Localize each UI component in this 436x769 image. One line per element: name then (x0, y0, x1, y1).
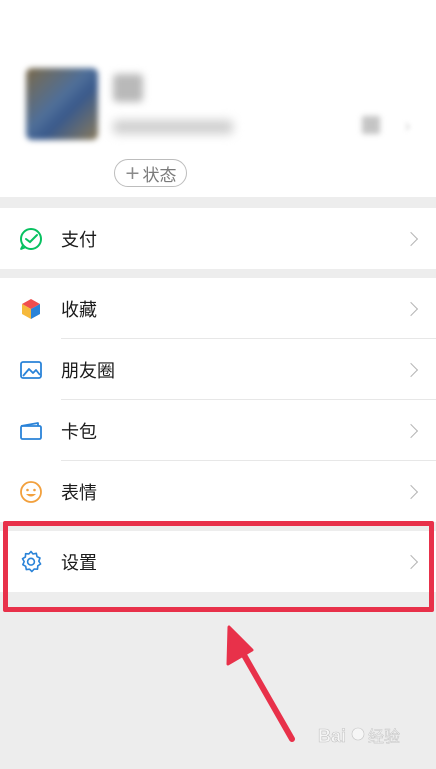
chevron-right-icon (403, 301, 419, 316)
smiley-icon (18, 479, 44, 505)
menu-item-label: 设置 (61, 552, 97, 574)
wechat-id-blurred (113, 120, 233, 134)
pay-section: 支付 (0, 208, 436, 269)
menu-item-label: 卡包 (61, 421, 97, 443)
qr-code-icon[interactable] (362, 116, 380, 134)
chevron-right-icon (403, 231, 419, 246)
watermark-logo: Bai 经验 (318, 718, 428, 752)
favorites-cube-icon (18, 296, 44, 322)
gear-icon (18, 549, 44, 575)
svg-text:Bai: Bai (318, 726, 346, 746)
chevron-right-icon (403, 554, 419, 569)
pay-icon (18, 226, 44, 252)
avatar[interactable] (26, 68, 98, 140)
chevron-right-icon (403, 423, 419, 438)
status-button-label: 状态 (142, 165, 177, 186)
chevron-right-icon (403, 362, 419, 377)
wechat-me-screen: › + 状态 支付 收藏 朋友圈 卡包 表情 设置 Bai 经验 (0, 0, 436, 769)
profile-header[interactable]: › + 状态 (0, 0, 436, 197)
nickname-blurred (113, 74, 143, 102)
menu-item-label: 表情 (61, 482, 97, 504)
menu-item-label: 支付 (61, 229, 97, 251)
menu-item-settings[interactable]: 设置 (0, 531, 436, 592)
moments-image-icon (18, 357, 44, 383)
menu-item-stickers[interactable]: 表情 (0, 461, 436, 522)
features-section: 收藏 朋友圈 卡包 表情 (0, 278, 436, 522)
menu-item-cards[interactable]: 卡包 (0, 400, 436, 461)
settings-section: 设置 (0, 531, 436, 592)
menu-item-label: 朋友圈 (61, 360, 115, 382)
menu-item-label: 收藏 (61, 299, 97, 321)
menu-item-pay[interactable]: 支付 (0, 208, 436, 269)
card-wallet-icon (18, 418, 44, 444)
add-status-button[interactable]: + 状态 (114, 159, 187, 187)
menu-item-moments[interactable]: 朋友圈 (0, 339, 436, 400)
svg-text:经验: 经验 (368, 728, 400, 746)
chevron-right-icon: › (404, 116, 412, 137)
menu-item-favorites[interactable]: 收藏 (0, 278, 436, 339)
plus-icon: + (124, 161, 141, 184)
chevron-right-icon (403, 484, 419, 499)
